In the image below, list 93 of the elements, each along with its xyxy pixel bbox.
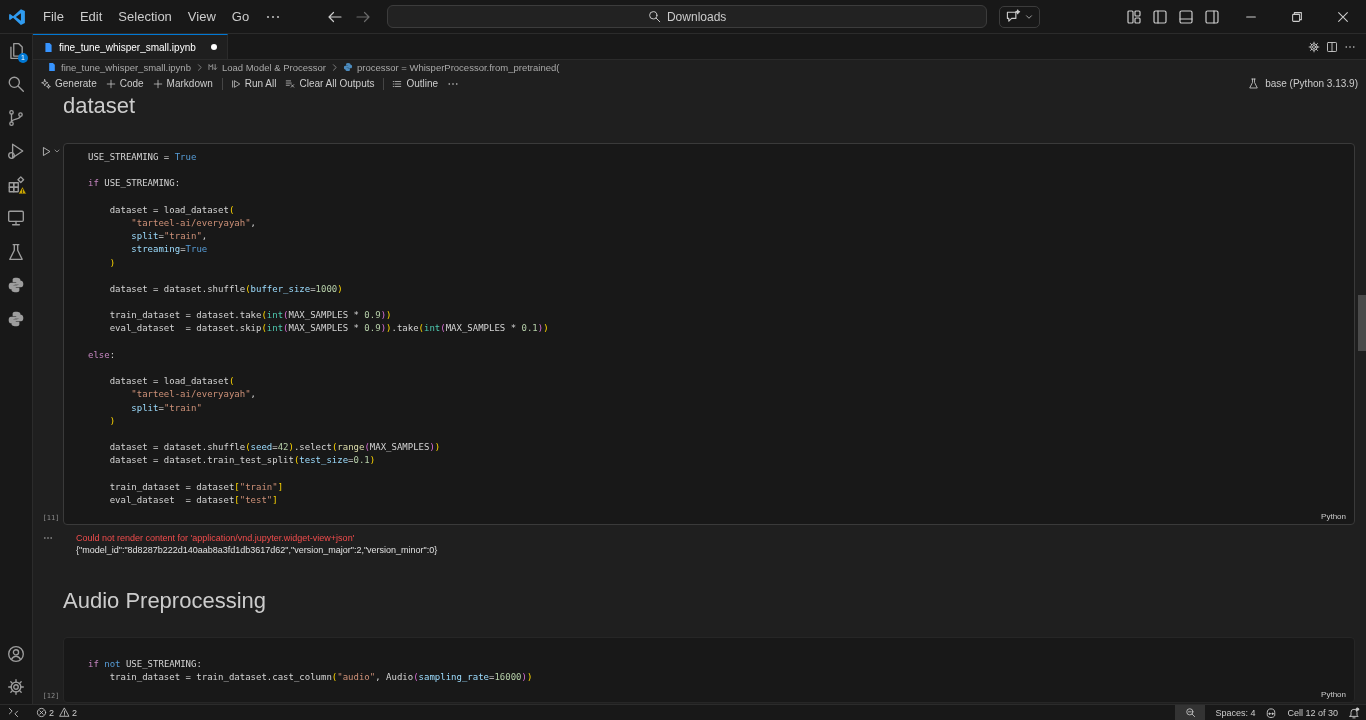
section-heading: dataset (63, 93, 137, 119)
toolbar-button[interactable]: Code (119, 78, 144, 89)
menu-item[interactable]: Go (231, 9, 250, 24)
code-line: if not USE_STREAMING: (88, 658, 203, 672)
search-icon (647, 10, 661, 23)
python-icon[interactable] (7, 309, 25, 328)
plus-icon (105, 78, 116, 89)
files-icon[interactable] (7, 41, 25, 60)
warning-icon (59, 707, 70, 718)
code-line: if USE_STREAMING: (88, 177, 182, 191)
toolbar-button[interactable]: Generate (55, 78, 97, 89)
markdown-icon (207, 62, 218, 72)
code-cell[interactable]: if not USE_STREAMING: train_dataset = train_dataset.cast_column("audio", Audio(sampling_rate=16000)) Python (63, 637, 1355, 703)
code-line: dataset = dataset.shuffle(seed=42).select(range(MAX_SAMPLES)) (108, 441, 442, 455)
error-icon (36, 707, 47, 718)
chat-button[interactable] (999, 5, 1041, 28)
toolbar-button[interactable]: Clear All Outputs (299, 78, 375, 89)
menu-item[interactable]: File (43, 9, 64, 24)
close-icon[interactable] (1336, 9, 1350, 24)
code-line: USE_STREAMING = True (88, 151, 198, 164)
app-logo-icon (8, 7, 26, 26)
python-icon (342, 62, 353, 72)
code-line: else: (88, 348, 117, 362)
run-cell-icon[interactable] (41, 145, 52, 157)
menu-item[interactable]: View (187, 9, 216, 24)
chevron-down-icon[interactable] (53, 147, 61, 155)
problems-indicator[interactable]: 2 2 (36, 707, 81, 718)
settings-icon[interactable] (1308, 40, 1320, 53)
kernel-picker[interactable]: base (Python 3.13.9) (1265, 78, 1358, 89)
code-line: "tarteel-ai/everyayah", (130, 216, 257, 230)
code-line: "tarteel-ai/everyayah", (130, 388, 257, 402)
clear-list-icon (285, 78, 296, 89)
settings-icon[interactable] (7, 678, 25, 697)
remote-icon (7, 707, 19, 718)
indentation-status[interactable]: Spaces: 4 (1215, 707, 1256, 718)
code-line: ) (108, 414, 117, 428)
code-line: eval_dataset = dataset.skip(int(MAX_SAMPLES * 0.9)).take(int(MAX_SAMPLES * 0.1)) (108, 322, 550, 336)
command-center[interactable]: Downloads (387, 5, 988, 28)
language-label[interactable]: Python (1321, 688, 1346, 700)
toolbar-button[interactable]: Run All (244, 78, 277, 89)
sidebar-left-icon[interactable] (1152, 8, 1168, 25)
source-control-icon[interactable] (7, 108, 25, 127)
panel-bottom-icon[interactable] (1178, 8, 1194, 25)
code-line: split="train" (130, 401, 203, 415)
warning-badge-icon (18, 186, 27, 195)
breadcrumb-item[interactable]: processor = WhisperProcessor.from_pretrained( (356, 61, 560, 73)
layout-grid-icon[interactable] (1126, 8, 1142, 25)
notifications-icon[interactable] (1348, 706, 1360, 719)
error-message: Could not render content for 'application/vnd.jupyter.widget-view+json' (76, 532, 356, 545)
notebook-file-icon (43, 41, 54, 53)
zoom-button[interactable] (1175, 705, 1206, 720)
language-label[interactable]: Python (1321, 511, 1346, 523)
code-cell[interactable] (63, 143, 1355, 526)
sparkle-icon (41, 78, 51, 89)
code-line: dataset = load_dataset( (108, 203, 236, 217)
run-debug-icon[interactable] (7, 142, 25, 161)
code-line: streaming=True (130, 243, 209, 257)
menu-item[interactable]: Edit (79, 9, 103, 24)
output-text: {"model_id":"8d8287b222d140aab8a3fd1db3617d62","version_major":2,"version_minor":0} (76, 544, 438, 557)
flask-icon (1248, 78, 1260, 89)
code-line: train_dataset = train_dataset.cast_column("audio", Audio(sampling_rate=16000)) (108, 671, 534, 685)
scrollbar-thumb[interactable] (1358, 295, 1366, 351)
plus-icon (152, 78, 163, 89)
sidebar-right-icon[interactable] (1204, 8, 1220, 25)
breadcrumb-item[interactable]: fine_tune_whisper_small.ipynb (61, 61, 191, 73)
notebook-file-icon (47, 62, 57, 72)
menu-item[interactable]: Selection (118, 9, 172, 24)
run-all-icon (230, 78, 241, 89)
toolbar-button[interactable]: Markdown (166, 78, 213, 89)
code-line: train_dataset = dataset.take(int(MAX_SAMPLES * 0.9)) (108, 309, 393, 323)
split-editor-icon[interactable] (1326, 40, 1338, 53)
unsaved-dot (210, 44, 217, 50)
code-line: ) (108, 256, 117, 270)
section-heading: Audio Preprocessing (63, 588, 267, 615)
code-line: dataset = dataset.shuffle(buffer_size=1000) (108, 282, 344, 296)
search-icon[interactable] (7, 75, 25, 94)
restore-icon[interactable] (1290, 9, 1304, 24)
code-line: eval_dataset = dataset["test"] (108, 493, 279, 507)
code-line: split="train", (130, 230, 209, 244)
zoom-out-icon (1184, 707, 1196, 718)
monitor-icon[interactable] (7, 209, 25, 228)
toolbar-button[interactable]: Outline (406, 78, 439, 89)
chat-sparkle-icon (1005, 9, 1021, 24)
account-icon[interactable] (7, 644, 25, 663)
list-icon (392, 78, 403, 89)
code-line: dataset = dataset.train_test_split(test_size=0.1) (108, 454, 377, 468)
cell-position-status[interactable]: Cell 12 of 30 (1287, 707, 1338, 718)
editor-tab[interactable]: fine_tune_whisper_small.ipynb (33, 34, 228, 59)
code-line: dataset = load_dataset( (108, 375, 236, 389)
code-line: train_dataset = dataset["train"] (108, 480, 285, 494)
python-icon[interactable] (7, 276, 25, 295)
flask-icon[interactable] (7, 242, 25, 261)
breadcrumb-item[interactable]: Load Model & Processor (221, 61, 326, 73)
